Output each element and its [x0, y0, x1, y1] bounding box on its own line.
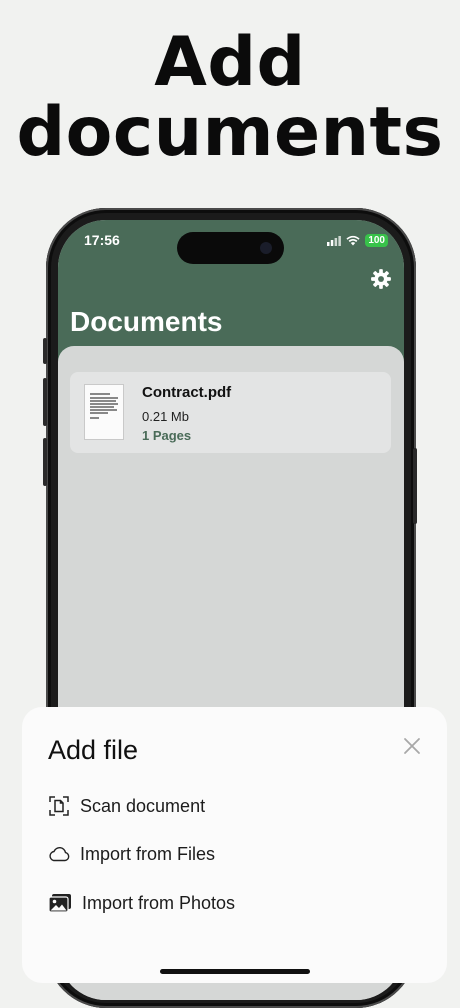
sheet-title: Add file [48, 735, 139, 765]
document-thumbnail [84, 384, 124, 440]
document-name: Contract.pdf [142, 384, 232, 401]
headline-line-1: Add [154, 23, 306, 102]
photos-icon [48, 892, 72, 914]
gear-icon[interactable] [370, 268, 392, 290]
import-files-label: Import from Files [80, 843, 216, 864]
signal-icon [327, 235, 342, 246]
document-size: 0.21 Mb [142, 409, 189, 424]
battery-indicator: 100 [365, 234, 388, 247]
headline-line-2: documents [16, 93, 444, 172]
phone-action-button [43, 338, 47, 364]
scan-document-label: Scan document [80, 795, 206, 816]
import-files-option[interactable]: Import from Files [48, 840, 215, 868]
scan-icon [48, 795, 70, 817]
document-pages: 1 Pages [142, 428, 192, 443]
wifi-icon [346, 235, 360, 246]
phone-volume-up [43, 378, 47, 426]
home-indicator [160, 969, 310, 974]
close-icon[interactable] [401, 735, 423, 757]
add-file-sheet: Add file Scan document Import from Files [22, 707, 447, 983]
import-photos-label: Import from Photos [82, 892, 236, 913]
status-icons: 100 [327, 234, 388, 247]
document-card[interactable]: Contract.pdf 0.21 Mb 1 Pages [70, 372, 391, 453]
scan-document-option[interactable]: Scan document [48, 792, 205, 820]
headline: Add documents [0, 28, 460, 168]
status-time: 17:56 [84, 232, 120, 248]
phone-power-button [413, 448, 417, 524]
import-photos-option[interactable]: Import from Photos [48, 889, 235, 917]
page-title: Documents [70, 306, 223, 337]
camera-icon [260, 242, 272, 254]
dynamic-island [177, 232, 284, 264]
cloud-icon [48, 843, 70, 865]
phone-volume-down [43, 438, 47, 486]
